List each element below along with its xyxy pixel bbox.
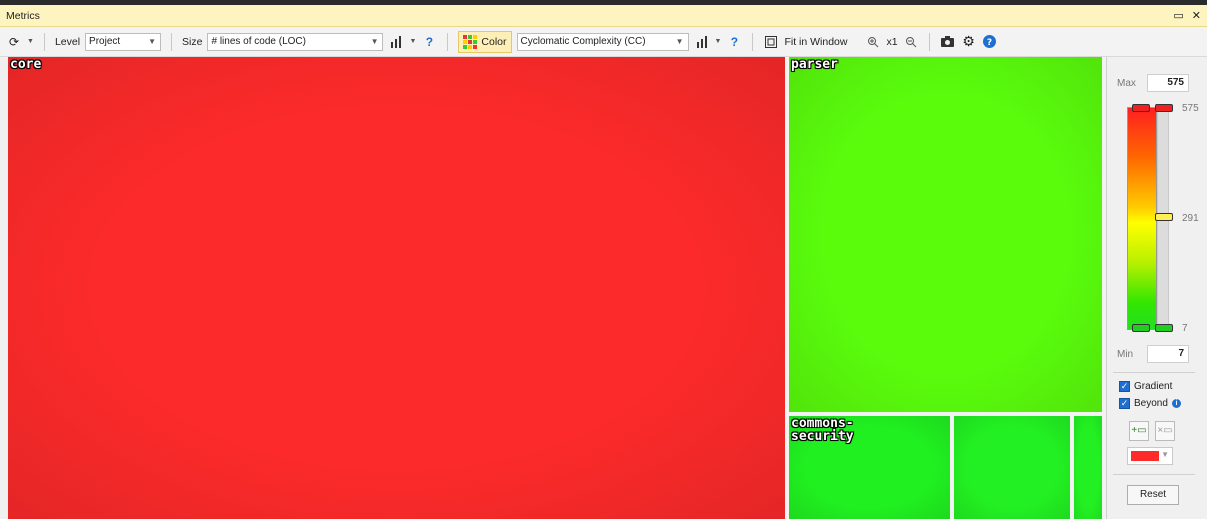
color-toggle-button[interactable]: Color — [458, 30, 512, 53]
chevron-down-icon: ▼ — [148, 36, 157, 46]
bar-chart-icon[interactable] — [694, 34, 710, 50]
checkbox-checked-icon: ✓ — [1119, 398, 1130, 409]
color-metric-value: Cyclomatic Complexity (CC) — [520, 36, 646, 47]
cell-label: core — [10, 57, 42, 72]
level-combo[interactable]: Project ▼ — [85, 32, 162, 51]
min-label: Min — [1117, 349, 1134, 360]
chevron-down-icon: ▼ — [370, 36, 379, 46]
zoom-out-icon[interactable] — [903, 34, 919, 50]
treemap-cell-core[interactable]: core — [8, 57, 785, 519]
cell-label: parser — [791, 57, 838, 72]
color-metric-combo[interactable]: Cyclomatic Complexity (CC) ▼ — [516, 32, 689, 51]
size-metric-value: # lines of code (LOC) — [211, 36, 306, 47]
beyond-checkbox[interactable]: ✓ Beyond i — [1119, 398, 1181, 409]
color-grid-icon — [463, 34, 478, 49]
level-label: Level — [54, 35, 81, 48]
reset-button[interactable]: Reset — [1127, 485, 1179, 505]
camera-icon[interactable] — [940, 34, 956, 50]
toolbar: ⟳ ▼ Level Project ▼ Size # lines of code… — [0, 27, 1207, 57]
mid-slider-thumb[interactable] — [1155, 213, 1173, 221]
restore-icon[interactable]: ▭ — [1173, 9, 1183, 22]
checkbox-checked-icon: ✓ — [1119, 381, 1130, 392]
size-label: Size — [182, 35, 203, 48]
min-value-input[interactable]: 7 — [1147, 345, 1189, 363]
size-metric-combo[interactable]: # lines of code (LOC) ▼ — [207, 32, 384, 51]
refresh-icon[interactable]: ⟳ — [6, 34, 22, 50]
refresh-dropdown-icon[interactable]: ▼ — [27, 38, 34, 45]
color-legend-panel: Max 575 575 291 7 Min 7 ✓ Gradient ✓ Bey… — [1106, 57, 1207, 519]
separator — [43, 32, 45, 51]
max-slider-thumb[interactable] — [1155, 104, 1173, 112]
zoom-in-icon[interactable] — [865, 34, 881, 50]
separator — [752, 32, 754, 51]
close-icon[interactable]: ✕ — [1192, 9, 1201, 22]
treemap-cell-parser[interactable]: parser — [789, 57, 1102, 412]
panel-titlebar: Metrics ▭ ✕ — [0, 5, 1207, 27]
add-color-icon: +▭ — [1131, 425, 1147, 436]
metric-help-icon[interactable]: ? — [726, 34, 742, 50]
gradient-checkbox[interactable]: ✓ Gradient — [1119, 381, 1172, 392]
chevron-down-icon: ▼ — [675, 36, 684, 46]
metric-help-icon[interactable]: ? — [421, 34, 437, 50]
gear-icon[interactable]: ⚙ — [961, 33, 977, 50]
panel-title: Metrics — [6, 9, 40, 22]
color-gradient-bar — [1127, 107, 1157, 330]
gradient-label: Gradient — [1134, 381, 1173, 392]
treemap-cell[interactable] — [1074, 416, 1102, 519]
scale-max-label: 575 — [1182, 103, 1199, 114]
treemap: core parser commons- security — [8, 57, 1106, 519]
separator — [928, 32, 930, 51]
color-picker-combo[interactable]: ▼ — [1127, 447, 1173, 465]
max-color-thumb[interactable] — [1132, 104, 1150, 112]
min-color-thumb[interactable] — [1132, 324, 1150, 332]
level-value: Project — [89, 36, 121, 47]
max-label: Max — [1117, 78, 1136, 89]
chevron-down-icon: ▼ — [1161, 450, 1169, 459]
info-icon[interactable]: i — [1171, 399, 1181, 408]
scale-min-label: 7 — [1182, 323, 1188, 334]
min-slider-thumb[interactable] — [1155, 324, 1173, 332]
cell-label: commons- security — [791, 416, 854, 444]
bar-chart-icon[interactable] — [388, 34, 404, 50]
remove-color-icon: ×▭ — [1157, 425, 1173, 436]
treemap-cell[interactable] — [954, 416, 1070, 519]
divider — [1113, 372, 1195, 373]
bar-chart-dropdown-icon[interactable]: ▼ — [409, 38, 416, 45]
fit-window-button[interactable]: Fit in Window — [784, 36, 847, 48]
add-color-button[interactable]: +▭ — [1129, 421, 1149, 441]
help-icon[interactable]: ? — [982, 34, 998, 50]
remove-color-button[interactable]: ×▭ — [1155, 421, 1175, 441]
divider — [1113, 474, 1195, 475]
beyond-label: Beyond — [1134, 398, 1168, 409]
zoom-level: x1 — [886, 35, 898, 48]
max-value-input[interactable]: 575 — [1147, 74, 1189, 92]
treemap-cell-commons-security[interactable]: commons- security — [789, 416, 950, 519]
scale-mid-label: 291 — [1182, 213, 1199, 224]
fit-window-icon[interactable] — [763, 34, 779, 50]
svg-text:?: ? — [987, 38, 992, 48]
bar-chart-dropdown-icon[interactable]: ▼ — [715, 38, 722, 45]
color-label: Color — [481, 35, 507, 48]
separator — [447, 32, 449, 51]
selected-color-swatch — [1131, 451, 1159, 461]
separator — [171, 32, 173, 51]
